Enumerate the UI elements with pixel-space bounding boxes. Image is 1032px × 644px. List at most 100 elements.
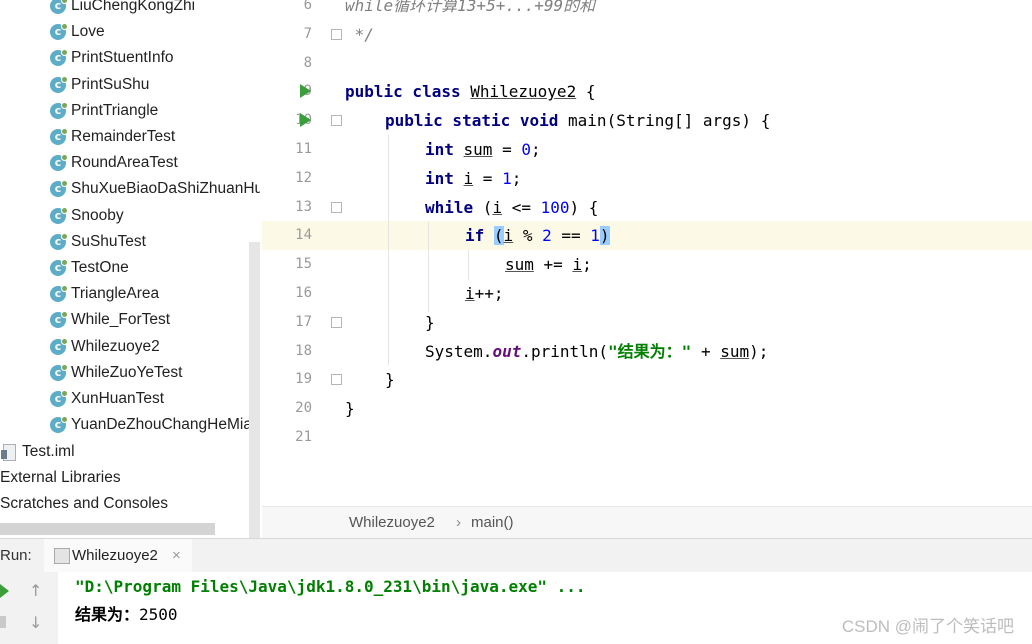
code-content: public static void main(String[] args) { — [385, 106, 770, 135]
code-text: { — [576, 82, 596, 102]
tree-item-label: LiuChengKongZhi — [71, 0, 196, 14]
iml-file-icon — [1, 444, 16, 461]
run-config-icon — [54, 548, 70, 564]
java-class-icon: c — [50, 206, 68, 224]
code-line[interactable]: 19} — [262, 365, 1032, 394]
code-line[interactable]: 17} — [262, 308, 1032, 337]
code-content: public class Whilezuoye2 { — [345, 77, 595, 106]
code-comment: while循环计算13+5+...+99的和 — [345, 0, 596, 15]
code-line[interactable]: 16 i++; — [262, 279, 1032, 308]
java-class-icon: c — [50, 259, 68, 276]
tree-horizontal-scrollbar[interactable] — [0, 523, 215, 535]
code-text: % — [513, 226, 543, 246]
code-content: int sum = 0; — [425, 135, 541, 164]
code-text: = — [473, 168, 503, 188]
code-text: System. — [425, 341, 493, 361]
code-line[interactable]: 10 public static void main(String[] args)… — [262, 106, 1032, 135]
stop-icon[interactable] — [0, 616, 6, 628]
run-tab[interactable]: Whilezuoye2 × — [44, 539, 192, 575]
indent-guide — [468, 250, 469, 280]
watermark: CSDN @闹了个笑话吧 — [841, 617, 1014, 636]
code-content: while (i <= 100) { — [425, 193, 598, 222]
java-class-icon: c — [50, 311, 68, 329]
indent-guide — [388, 135, 389, 365]
close-icon[interactable]: × — [172, 539, 181, 573]
tree-item-external-libraries[interactable]: External Libraries — [0, 465, 121, 491]
code-keyword: int — [425, 140, 464, 159]
run-gutter-icon[interactable] — [300, 84, 311, 99]
tree-item-label: PrintStuentInfo — [71, 49, 174, 67]
indent-guide — [428, 222, 429, 312]
breadcrumb-class[interactable]: Whilezuoye2 — [349, 507, 435, 539]
code-line[interactable]: 15 sum += i; — [262, 250, 1032, 279]
code-text: + — [691, 341, 721, 361]
code-text: ; — [582, 255, 592, 275]
code-variable: sum — [463, 140, 493, 159]
java-class-icon: c — [50, 0, 68, 14]
java-class-icon: c — [50, 23, 68, 41]
code-text: } — [425, 312, 435, 332]
project-tree[interactable]: c LiuChengKongZhi c Love c PrintStuentInfo c Pr… — [0, 0, 260, 538]
code-content: int i = 1; — [425, 164, 521, 193]
code-line[interactable]: 9 public class Whilezuoye2 { — [262, 77, 1032, 106]
tree-item-label: RemainderTest — [71, 128, 176, 145]
console-result-value: 2500 — [139, 605, 178, 624]
code-keyword: int — [425, 168, 464, 188]
code-comment-end: */ — [345, 24, 374, 44]
tree-item-label: Whilezuoye2 — [71, 337, 160, 355]
line-number: 17 — [295, 313, 312, 330]
code-bracket-highlight: ) — [599, 226, 610, 246]
tree-item-scratches[interactable]: Scratches and Consoles — [0, 491, 168, 517]
fold-icon[interactable] — [331, 374, 342, 386]
console-result-line: 结果为：2500 — [75, 601, 178, 629]
tree-item-label: PrintSuShu — [71, 75, 150, 93]
code-line[interactable]: 13 while (i <= 100) { — [262, 193, 1032, 222]
line-number: 14 — [295, 227, 312, 244]
java-class-icon: c — [50, 101, 68, 119]
breadcrumb-method[interactable]: main() — [471, 507, 514, 539]
tree-item-label: PrintTriangle — [71, 101, 159, 119]
fold-icon[interactable] — [331, 201, 342, 213]
code-keyword: if — [465, 226, 494, 246]
line-number: 20 — [295, 400, 312, 417]
code-text: ) { — [569, 197, 599, 217]
tree-item-label: TestOne — [71, 259, 129, 276]
fold-icon[interactable] — [331, 115, 342, 127]
line-number: 12 — [295, 169, 312, 186]
code-line[interactable]: 20} — [262, 394, 1032, 423]
code-content: */ — [345, 20, 374, 49]
rerun-icon[interactable] — [0, 584, 9, 598]
code-text: .println( — [521, 341, 609, 361]
code-line[interactable]: 11 int sum = 0; — [262, 135, 1032, 164]
arrow-down-icon[interactable]: ↓ — [29, 613, 42, 632]
fold-icon[interactable] — [331, 28, 342, 40]
tree-vertical-scrollbar[interactable] — [249, 242, 260, 538]
tree-item-label: Test.iml — [22, 443, 75, 460]
java-class-icon: c — [50, 285, 68, 303]
tree-item-label: Snooby — [71, 206, 124, 224]
code-content: } — [345, 394, 355, 423]
code-line[interactable]: 21 — [262, 423, 1032, 452]
line-number: 15 — [295, 256, 312, 273]
code-content: if (i % 2 == 1) — [465, 221, 610, 250]
tree-item-label: Love — [71, 23, 105, 41]
arrow-up-icon[interactable]: ↑ — [29, 581, 42, 600]
code-line[interactable]: 7 */ — [262, 20, 1032, 49]
console-result-label: 结果为： — [75, 605, 140, 624]
run-label: Run: — [0, 547, 32, 564]
code-line[interactable]: 14 if (i % 2 == 1) — [262, 221, 1032, 251]
line-number: 13 — [295, 198, 312, 215]
java-class-icon: c — [50, 390, 68, 407]
run-gutter-icon[interactable] — [300, 113, 311, 128]
code-text: == — [551, 226, 591, 246]
fold-icon[interactable] — [331, 316, 342, 328]
code-variable: i — [465, 284, 475, 303]
java-class-icon: c — [50, 180, 68, 198]
code-line[interactable]: 12 int i = 1; — [262, 164, 1032, 193]
code-variable: sum — [505, 255, 534, 275]
code-text: = — [492, 140, 522, 159]
java-class-icon: c — [50, 363, 68, 381]
code-line[interactable]: 18 System.out.println("结果为：" + sum); — [262, 337, 1032, 366]
code-line[interactable]: 8 — [262, 49, 1032, 78]
code-line[interactable]: 6 while循环计算13+5+...+99的和 — [262, 0, 1032, 20]
